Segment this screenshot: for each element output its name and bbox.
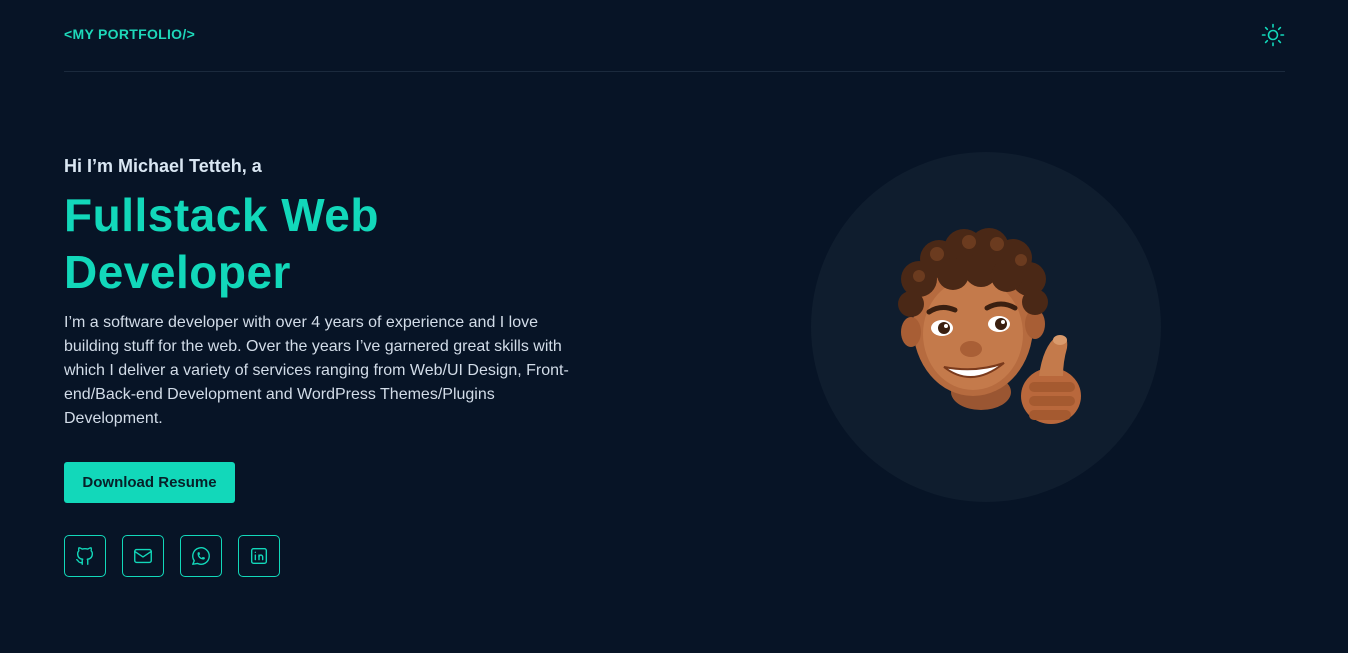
hero-title-line-2: Developer (64, 246, 291, 298)
top-navbar: <MY PORTFOLIO/> (64, 0, 1285, 72)
whatsapp-link[interactable] (180, 535, 222, 577)
theme-toggle-button[interactable] (1261, 23, 1285, 47)
mail-icon (134, 548, 152, 564)
linkedin-icon (250, 547, 268, 565)
avatar-container (811, 152, 1161, 502)
github-icon (76, 547, 94, 565)
download-resume-button[interactable]: Download Resume (64, 462, 235, 503)
site-logo[interactable]: <MY PORTFOLIO/> (64, 26, 195, 42)
sun-icon (1261, 23, 1285, 47)
memoji-avatar-icon (898, 228, 1081, 424)
email-link[interactable] (122, 535, 164, 577)
hero-intro: Hi I’m Michael Tetteh, a Fullstack Web D… (64, 150, 584, 577)
portfolio-page: <MY PORTFOLIO/> Hi I’m Michael Tetteh, a… (0, 0, 1348, 653)
social-links (64, 535, 280, 577)
hero-greeting: Hi I’m Michael Tetteh, a (64, 156, 262, 176)
whatsapp-icon (192, 547, 210, 565)
github-link[interactable] (64, 535, 106, 577)
hero-bio: I’m a software developer with over 4 yea… (64, 314, 569, 427)
hero-title: Fullstack Web Developer (64, 187, 584, 301)
hero-title-line-1: Fullstack Web (64, 189, 379, 241)
linkedin-link[interactable] (238, 535, 280, 577)
